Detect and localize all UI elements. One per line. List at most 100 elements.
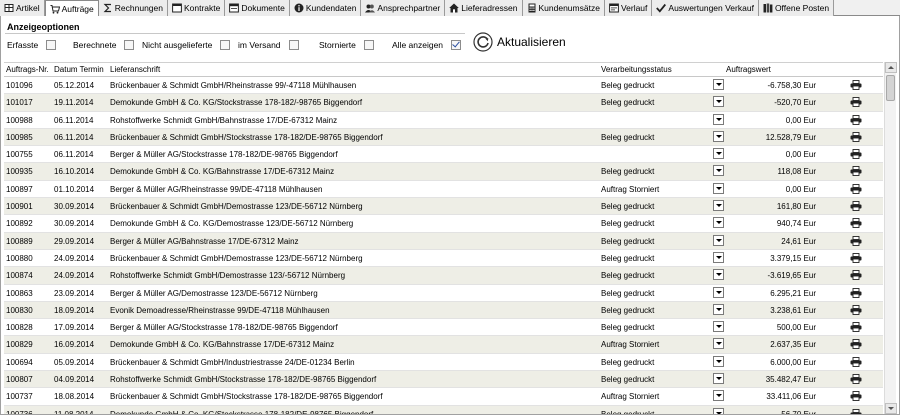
table-row[interactable]: 100736 11.08.2014 Demokunde GmbH & Co. KG/… — [4, 405, 883, 414]
filter-im-versand[interactable]: im Versand — [238, 40, 299, 50]
tab-kundenumsätze[interactable]: Kundenumsätze — [522, 0, 605, 16]
filter-berechnete-checkbox[interactable] — [124, 40, 135, 50]
tab-lieferadressen[interactable]: Lieferadressen — [445, 0, 523, 16]
table-row[interactable]: 100874 24.09.2014 Rohstoffwerke Schmidt Gm… — [4, 267, 883, 285]
printer-icon[interactable] — [850, 339, 862, 350]
printer-icon[interactable] — [850, 304, 862, 315]
table-row[interactable]: 100755 06.11.2014 Berger & Müller AG/Stock… — [4, 146, 883, 164]
processing-status-cell: Beleg gedruckt — [601, 167, 655, 177]
table-row[interactable]: 100694 05.09.2014 Brückenbauer & Schmidt G… — [4, 353, 883, 372]
table-row[interactable]: 100737 18.08.2014 Brückenbauer & Schmidt G… — [4, 388, 883, 406]
table-row[interactable]: 101096 05.12.2014 Brückenbauer & Schmidt G… — [4, 77, 883, 95]
vertical-scrollbar[interactable] — [884, 62, 897, 414]
status-dropdown-button[interactable] — [713, 269, 724, 281]
filter-alle-anzeigen[interactable]: Alle anzeigen — [392, 40, 462, 50]
status-dropdown-button[interactable] — [713, 96, 724, 108]
status-dropdown-button[interactable] — [713, 355, 724, 367]
status-dropdown-button[interactable] — [713, 321, 724, 333]
printer-icon[interactable] — [850, 80, 862, 90]
filter-alle-anzeigen-checkbox[interactable] — [451, 40, 462, 50]
table-row[interactable]: 100889 29.09.2014 Berger & Müller AG/Bahns… — [4, 232, 883, 250]
filter-erfasste[interactable]: Erfasste — [7, 40, 57, 50]
status-dropdown-button[interactable] — [713, 217, 724, 229]
status-dropdown-button[interactable] — [713, 165, 724, 177]
refresh-button[interactable]: Aktualisieren — [473, 32, 566, 52]
printer-icon[interactable] — [850, 201, 862, 212]
printer-icon[interactable] — [850, 253, 862, 263]
filter-stornierte-checkbox[interactable] — [363, 40, 374, 50]
printer-icon[interactable] — [850, 166, 862, 177]
table-row[interactable]: 101017 19.11.2014 Demokunde GmbH & Co. KG/… — [4, 94, 883, 112]
header-order-number[interactable]: Auftrags-Nr. — [6, 65, 49, 74]
header-delivery-address[interactable]: Lieferanschrift — [110, 65, 160, 74]
status-dropdown-button[interactable] — [713, 130, 724, 142]
status-dropdown-button[interactable] — [713, 251, 724, 263]
printer-icon[interactable] — [850, 287, 862, 298]
tab-verlauf[interactable]: Verlauf — [604, 0, 653, 16]
filter-nicht-ausgelieferte-checkbox[interactable] — [220, 40, 231, 50]
tab-kundendaten[interactable]: Kundendaten — [289, 0, 362, 16]
date-cell: 24.09.2014 — [54, 271, 95, 281]
printer-icon[interactable] — [850, 235, 862, 246]
table-row[interactable]: 100828 17.09.2014 Berger & Müller AG/Stock… — [4, 319, 883, 337]
status-dropdown-button[interactable] — [713, 148, 724, 160]
printer-icon[interactable] — [850, 391, 862, 402]
tab-kontrakte[interactable]: Kontrakte — [167, 0, 226, 16]
processing-status-cell: Beleg gedruckt — [601, 305, 655, 315]
filter-nicht-ausgelieferte[interactable]: Nicht ausgelieferte — [142, 40, 231, 50]
printer-icon[interactable] — [850, 218, 862, 229]
table-row[interactable]: 100880 24.09.2014 Brückenbauer & Schmidt G… — [4, 249, 883, 268]
filter-im-versand-checkbox[interactable] — [288, 40, 299, 50]
status-dropdown-button[interactable] — [713, 303, 724, 315]
tab-dokumente[interactable]: Dokumente — [225, 0, 290, 16]
order-value-cell: 3.379,15 Eur — [770, 253, 816, 263]
tab-offene-posten[interactable]: Offene Posten — [758, 0, 835, 16]
table-row[interactable]: 100935 16.10.2014 Demokunde GmbH & Co. KG/… — [4, 163, 883, 181]
table-row[interactable]: 100897 01.10.2014 Berger & Müller AG/Rhein… — [4, 180, 883, 199]
printer-icon[interactable] — [850, 356, 862, 367]
printer-icon[interactable] — [850, 114, 862, 125]
header-order-value[interactable]: Auftragswert — [726, 65, 771, 74]
filter-stornierte[interactable]: Stornierte — [319, 40, 374, 50]
tab-rechnungen[interactable]: Rechnungen — [98, 0, 168, 16]
table-row[interactable]: 100829 16.09.2014 Demokunde GmbH & Co. KG/… — [4, 336, 883, 354]
scroll-up-icon[interactable] — [885, 62, 897, 73]
scroll-thumb[interactable] — [886, 75, 895, 101]
printer-icon[interactable] — [850, 131, 862, 142]
status-dropdown-button[interactable] — [713, 338, 724, 350]
printer-icon[interactable] — [850, 149, 862, 160]
status-dropdown-button[interactable] — [713, 286, 724, 298]
table-row[interactable]: 100985 06.11.2014 Brückenbauer & Schmidt G… — [4, 128, 883, 147]
status-dropdown-button[interactable] — [713, 182, 724, 194]
table-row[interactable]: 100988 06.11.2014 Rohstoffwerke Schmidt Gm… — [4, 111, 883, 129]
table-row[interactable]: 100892 30.09.2014 Demokunde GmbH & Co. KG/… — [4, 215, 883, 233]
printer-icon[interactable] — [850, 183, 862, 194]
date-cell: 18.09.2014 — [54, 305, 95, 315]
printer-icon[interactable] — [850, 97, 862, 108]
status-dropdown-button[interactable] — [713, 79, 724, 90]
header-processing-status[interactable]: Verarbeitungsstatus — [601, 65, 672, 74]
tab-ansprechpartner[interactable]: Ansprechpartner — [361, 0, 446, 16]
tab-artikel[interactable]: Artikel — [0, 0, 45, 16]
table-row[interactable]: 100901 30.09.2014 Brückenbauer & Schmidt G… — [4, 198, 883, 216]
scroll-down-icon[interactable] — [885, 403, 897, 414]
printer-icon[interactable] — [850, 374, 862, 384]
printer-icon[interactable] — [850, 270, 862, 281]
status-dropdown-button[interactable] — [713, 200, 724, 212]
printer-icon[interactable] — [850, 322, 862, 333]
header-date[interactable]: Datum Termin — [54, 65, 104, 74]
filter-berechnete[interactable]: Berechnete — [73, 40, 135, 50]
filter-erfasste-checkbox[interactable] — [46, 40, 57, 50]
tab-aufträge[interactable]: Aufträge — [44, 0, 99, 17]
table-row[interactable]: 100863 23.09.2014 Berger & Müller AG/Demos… — [4, 284, 883, 302]
status-dropdown-button[interactable] — [713, 373, 724, 385]
status-dropdown-button[interactable] — [713, 407, 724, 414]
status-dropdown-button[interactable] — [713, 113, 724, 125]
status-dropdown-button[interactable] — [713, 390, 724, 402]
status-dropdown-button[interactable] — [713, 234, 724, 246]
table-row[interactable]: 100807 04.09.2014 Rohstoffwerke Schmidt Gm… — [4, 371, 883, 389]
printer-icon[interactable] — [850, 408, 862, 414]
tab-auswertungen-verkauf[interactable]: Auswertungen Verkauf — [652, 0, 759, 16]
delivery-address-cell: Evonik Demoadresse/Rheinstrasse 99/DE-47… — [110, 305, 330, 315]
table-row[interactable]: 100830 18.09.2014 Evonik Demoadresse/Rhein… — [4, 301, 883, 320]
